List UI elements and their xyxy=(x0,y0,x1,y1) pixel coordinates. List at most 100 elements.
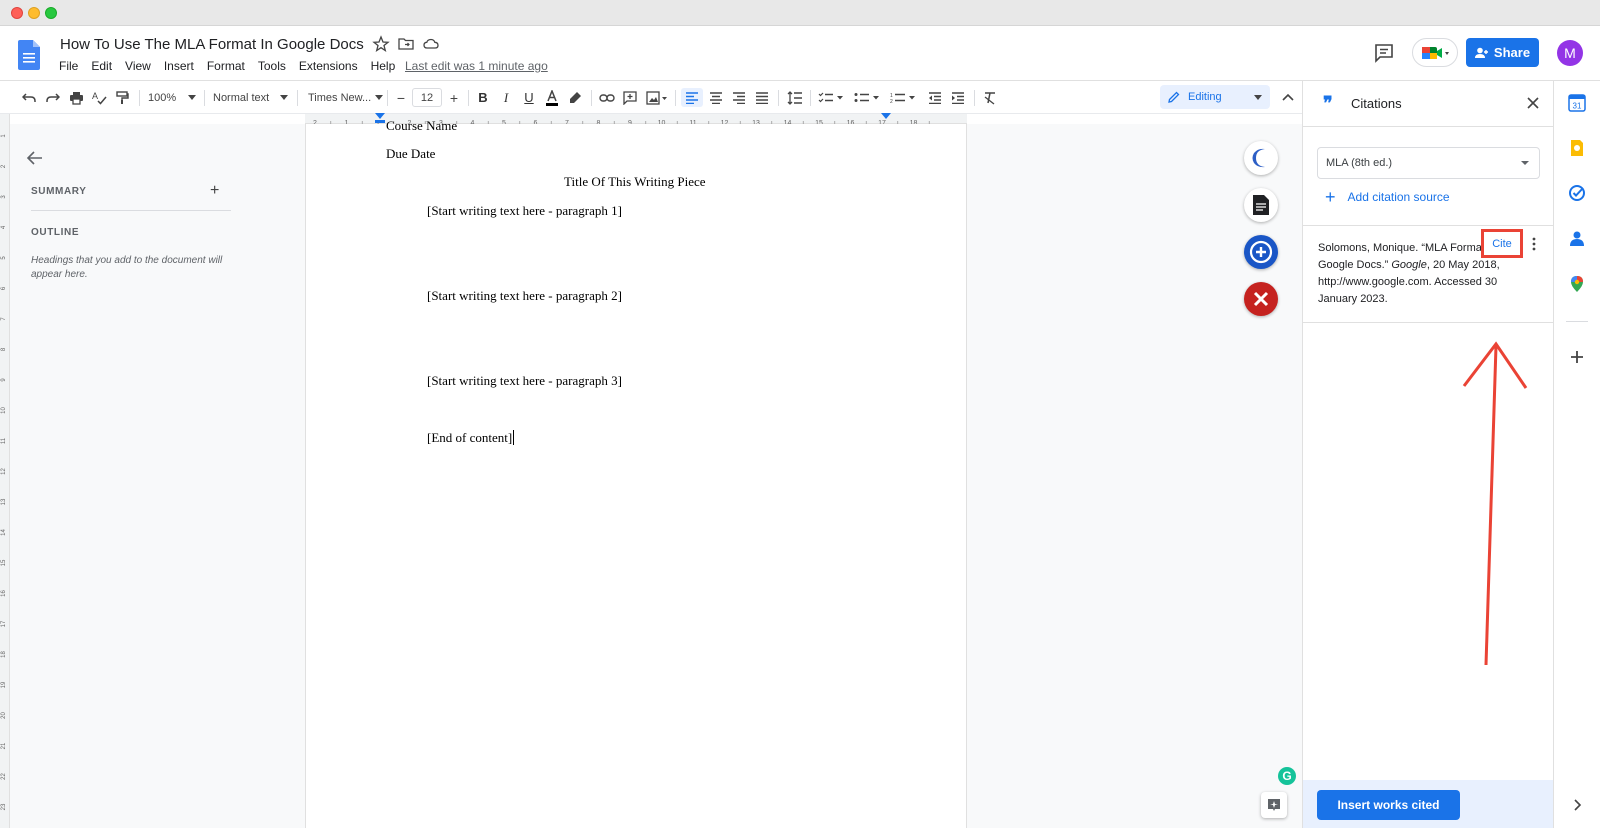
font-size-input[interactable]: 12 xyxy=(412,88,442,107)
last-edit-link[interactable]: Last edit was 1 minute ago xyxy=(405,59,548,73)
increase-indent-icon[interactable] xyxy=(948,88,968,107)
google-docs-logo-icon[interactable] xyxy=(18,40,40,70)
bold-icon[interactable]: B xyxy=(474,88,492,107)
menu-edit[interactable]: Edit xyxy=(91,59,112,73)
text-color-icon[interactable] xyxy=(543,88,561,107)
comments-icon[interactable] xyxy=(1373,42,1395,64)
ruler-tick-label: 22 xyxy=(1,773,7,780)
numbered-list-icon[interactable]: 12 xyxy=(888,88,918,107)
close-icon[interactable] xyxy=(1525,95,1541,111)
calendar-icon[interactable]: 31 xyxy=(1568,94,1586,112)
more-options-icon[interactable] xyxy=(1529,236,1539,252)
course-name-line[interactable]: Course Name xyxy=(386,118,457,134)
citation-style-select[interactable]: MLA (8th ed.) xyxy=(1317,147,1540,179)
end-of-content-line[interactable]: [End of content] xyxy=(427,430,512,446)
menu-help[interactable]: Help xyxy=(371,59,396,73)
document-heading[interactable]: Title Of This Writing Piece xyxy=(564,174,706,190)
redo-icon[interactable] xyxy=(44,88,62,107)
paragraph-1[interactable]: [Start writing text here - paragraph 1] xyxy=(427,203,622,219)
meet-button[interactable] xyxy=(1412,38,1458,67)
undo-icon[interactable] xyxy=(20,88,38,107)
ruler-tick-label: 19 xyxy=(1,681,7,688)
left-indent-marker-icon[interactable] xyxy=(375,113,385,123)
bulleted-list-icon[interactable] xyxy=(852,88,882,107)
get-add-ons-icon[interactable] xyxy=(1568,348,1586,366)
cloud-saved-icon[interactable] xyxy=(422,35,440,53)
paragraph-2[interactable]: [Start writing text here - paragraph 2] xyxy=(427,288,622,304)
ruler-tick-label: 11 xyxy=(1,437,7,444)
ruler-tick-label: 12 xyxy=(1,468,7,475)
increase-font-size-button[interactable]: + xyxy=(446,88,462,107)
minimize-window-button[interactable] xyxy=(28,7,40,19)
document-title[interactable]: How To Use The MLA Format In Google Docs xyxy=(60,36,364,53)
align-right-icon[interactable] xyxy=(729,88,749,107)
outline-label: OUTLINE xyxy=(31,227,80,238)
dark-mode-extension-button[interactable] xyxy=(1244,141,1278,175)
menu-format[interactable]: Format xyxy=(207,59,245,73)
insert-image-icon[interactable] xyxy=(644,88,670,107)
insert-comment-icon[interactable] xyxy=(621,88,639,107)
zoom-value: 100% xyxy=(148,91,177,104)
explore-button[interactable] xyxy=(1261,792,1287,818)
close-extension-button[interactable] xyxy=(1244,282,1278,316)
align-left-icon[interactable] xyxy=(681,88,703,107)
quote-icon: ❞ xyxy=(1323,93,1333,113)
chevron-down-icon xyxy=(375,95,383,100)
avatar[interactable]: M xyxy=(1557,40,1583,66)
share-button[interactable]: Share xyxy=(1466,38,1539,67)
tasks-icon[interactable] xyxy=(1568,184,1586,202)
checklist-icon[interactable] xyxy=(816,88,846,107)
contacts-icon[interactable] xyxy=(1568,229,1586,247)
font-family-select[interactable]: Times New... xyxy=(308,88,383,107)
moon-icon xyxy=(1252,148,1265,168)
justify-icon[interactable] xyxy=(752,88,772,107)
grammarly-icon[interactable]: G xyxy=(1278,767,1296,785)
svg-text:A: A xyxy=(92,91,98,101)
panel-divider xyxy=(1303,225,1553,226)
insert-works-cited-button[interactable]: Insert works cited xyxy=(1317,790,1460,820)
maximize-window-button[interactable] xyxy=(45,7,57,19)
right-indent-marker-icon[interactable] xyxy=(881,113,891,123)
italic-icon[interactable]: I xyxy=(497,88,515,107)
menu-tools[interactable]: Tools xyxy=(258,59,286,73)
cite-button[interactable]: Cite xyxy=(1481,229,1523,258)
add-citation-source-button[interactable]: + Add citation source xyxy=(1325,188,1450,206)
back-arrow-icon[interactable] xyxy=(26,150,44,166)
notes-extension-button[interactable] xyxy=(1244,188,1278,222)
chevron-right-icon[interactable] xyxy=(1568,796,1586,814)
summary-label: SUMMARY xyxy=(31,186,87,197)
collapse-toolbar-icon[interactable] xyxy=(1282,93,1294,101)
zoom-select[interactable]: 100% xyxy=(148,88,196,107)
spellcheck-icon[interactable]: A xyxy=(90,88,108,107)
maps-icon[interactable] xyxy=(1568,275,1586,293)
window-titlebar xyxy=(0,0,1600,26)
chevron-down-icon xyxy=(1254,94,1262,100)
insert-link-icon[interactable] xyxy=(598,88,616,107)
menu-insert[interactable]: Insert xyxy=(164,59,194,73)
menu-extensions[interactable]: Extensions xyxy=(299,59,358,73)
paint-format-icon[interactable] xyxy=(113,88,131,107)
menu-file[interactable]: File xyxy=(59,59,78,73)
document-page[interactable]: Course Name Due Date Title Of This Writi… xyxy=(305,118,967,828)
highlight-color-icon[interactable] xyxy=(566,88,584,107)
editing-mode-select[interactable]: Editing xyxy=(1160,85,1270,109)
menu-view[interactable]: View xyxy=(125,59,151,73)
ruler-tick-label: 15 xyxy=(1,559,7,566)
underline-icon[interactable]: U xyxy=(520,88,538,107)
align-center-icon[interactable] xyxy=(706,88,726,107)
clear-formatting-icon[interactable] xyxy=(980,88,1000,107)
print-icon[interactable] xyxy=(67,88,85,107)
decrease-font-size-button[interactable]: − xyxy=(393,88,409,107)
close-icon xyxy=(1253,291,1269,307)
move-folder-icon[interactable] xyxy=(397,35,415,53)
keep-icon[interactable] xyxy=(1568,139,1586,157)
due-date-line[interactable]: Due Date xyxy=(386,146,435,162)
add-extension-button[interactable] xyxy=(1244,235,1278,269)
paragraph-3[interactable]: [Start writing text here - paragraph 3] xyxy=(427,373,622,389)
paragraph-style-select[interactable]: Normal text xyxy=(213,88,288,107)
star-icon[interactable] xyxy=(372,35,390,53)
close-window-button[interactable] xyxy=(11,7,23,19)
decrease-indent-icon[interactable] xyxy=(925,88,945,107)
add-summary-button[interactable]: + xyxy=(210,182,219,200)
line-spacing-icon[interactable] xyxy=(785,88,805,107)
